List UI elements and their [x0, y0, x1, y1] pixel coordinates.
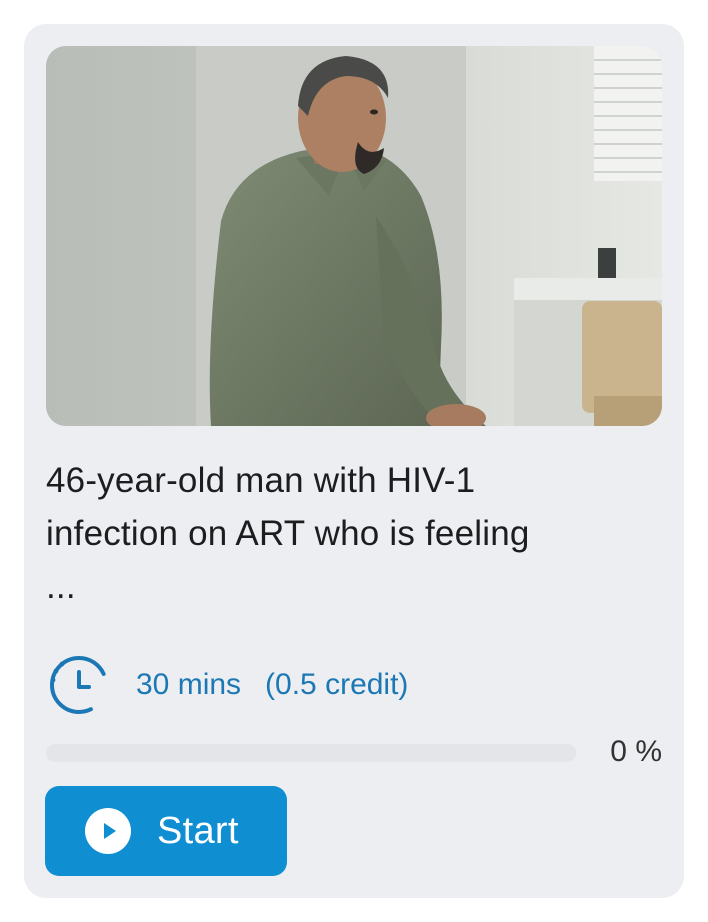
course-meta: 30 mins (0.5 credit) — [48, 654, 408, 716]
patient-photo — [46, 46, 662, 426]
course-title-ellipsis: ... — [46, 567, 76, 606]
course-credit: (0.5 credit) — [265, 668, 409, 701]
start-button-label: Start — [157, 809, 239, 852]
progress-label: 0 % — [610, 735, 662, 768]
clock-icon — [50, 656, 108, 714]
course-title-line: 46-year-old man with HIV-1 — [46, 461, 476, 500]
play-icon — [85, 808, 131, 854]
progress-bar — [46, 744, 576, 762]
course-thumbnail[interactable] — [46, 46, 662, 426]
course-title-line: infection on ART who is feeling — [46, 514, 530, 553]
course-card[interactable]: 46-year-old man with HIV-1 infection on … — [24, 24, 684, 898]
course-title[interactable]: 46-year-old man with HIV-1 infection on … — [46, 454, 666, 613]
course-duration: 30 mins — [136, 668, 242, 701]
start-button[interactable]: Start — [45, 786, 287, 876]
